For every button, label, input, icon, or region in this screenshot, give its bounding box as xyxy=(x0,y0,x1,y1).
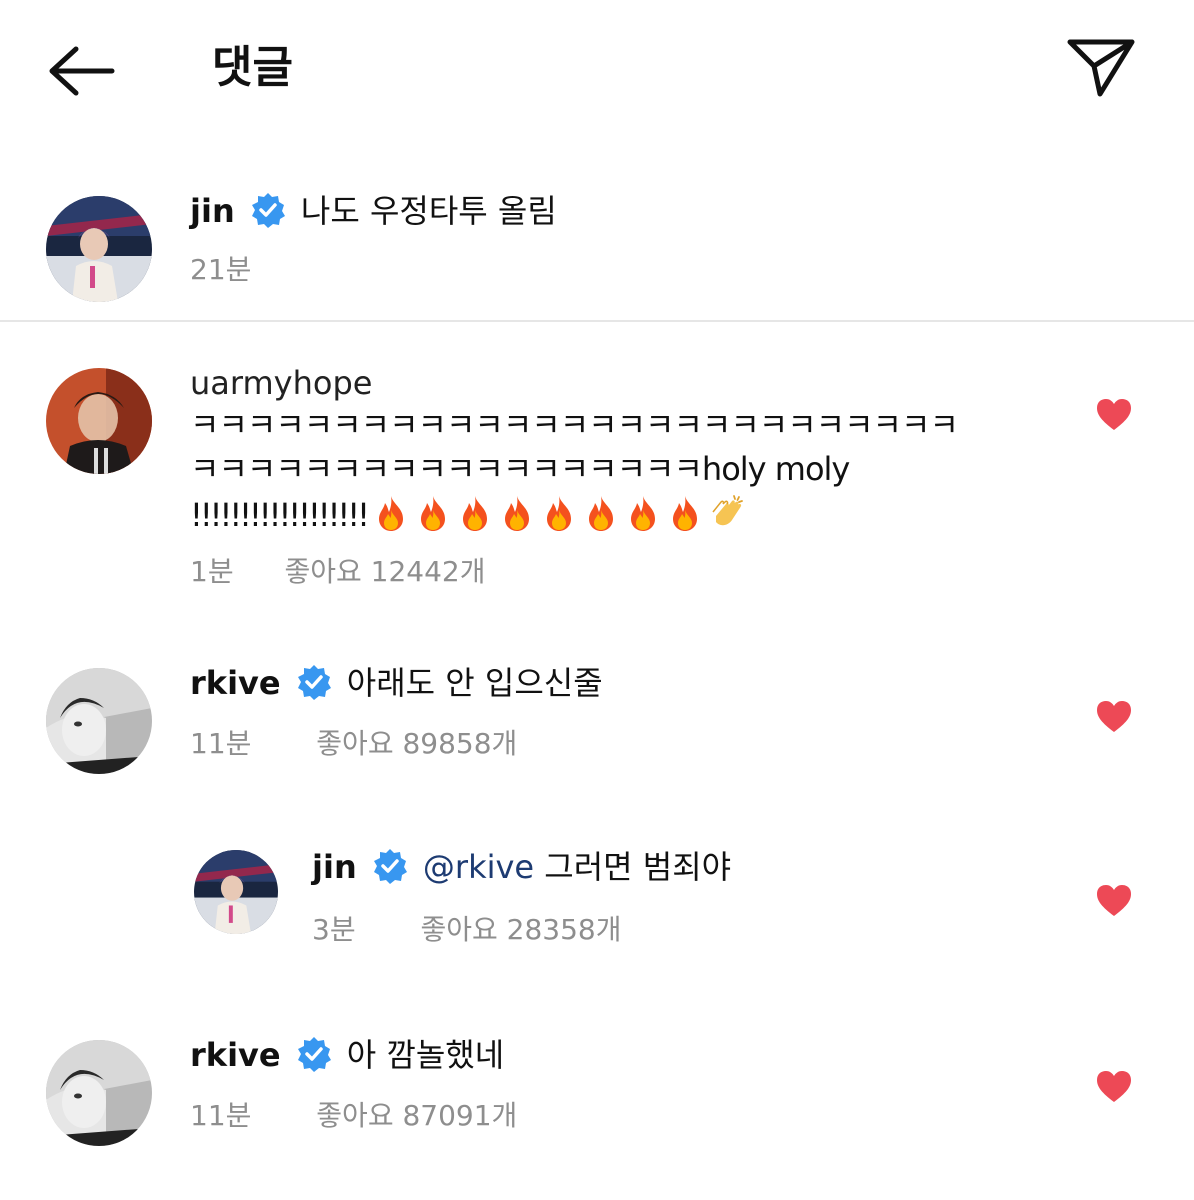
username[interactable]: jin xyxy=(190,192,235,230)
comment-meta: 11분 좋아요 89858개 xyxy=(190,722,517,762)
mention-link[interactable]: @rkive xyxy=(423,848,534,886)
fire-icon xyxy=(631,496,655,531)
post-caption: jin 나도 우정타투 올림 21분 xyxy=(0,180,1194,322)
fire-icon xyxy=(421,496,445,531)
comment-text-row: rkive 아래도 안 입으신줄 xyxy=(190,662,603,710)
top-bar: 댓글 xyxy=(0,0,1194,140)
fire-icon xyxy=(463,496,487,531)
heart-icon[interactable] xyxy=(1096,1070,1132,1104)
verified-badge-icon xyxy=(297,665,331,700)
arrow-left-icon[interactable] xyxy=(46,44,116,98)
caption-text-row: jin 나도 우정타투 올림 xyxy=(190,190,557,238)
fire-icon xyxy=(673,496,697,531)
verified-badge-icon xyxy=(297,1037,331,1072)
heart-icon[interactable] xyxy=(1096,700,1132,734)
fire-icon xyxy=(547,496,571,531)
emoji-row xyxy=(372,495,750,531)
caption-text: 나도 우정타투 올림 xyxy=(300,192,557,230)
exclamations: !!!!!!!!!!!!!!!!!! xyxy=(190,496,370,534)
comment-username-row: uarmyhope xyxy=(190,362,372,410)
username[interactable]: uarmyhope xyxy=(190,364,372,402)
comment-meta: 1분 좋아요 12442개 xyxy=(190,550,486,590)
comment-text: 아래도 안 입으신줄 xyxy=(346,664,603,702)
clapping-hands-icon xyxy=(712,495,743,526)
comment-meta: 11분 좋아요 87091개 xyxy=(190,1094,517,1134)
fire-icon xyxy=(589,496,613,531)
like-count[interactable]: 좋아요 87091개 xyxy=(316,1094,517,1134)
comment-text-line: ㅋㅋㅋㅋㅋㅋㅋㅋㅋㅋㅋㅋㅋㅋㅋㅋㅋㅋholy moly xyxy=(190,450,850,488)
avatar[interactable] xyxy=(46,1040,152,1146)
comment-text-row: jin @rkive 그러면 범죄야 xyxy=(312,846,731,894)
username[interactable]: rkive xyxy=(190,1036,281,1074)
verified-badge-icon xyxy=(251,193,285,228)
timestamp: 11분 xyxy=(190,1099,252,1132)
like-count[interactable]: 좋아요 89858개 xyxy=(316,722,517,762)
username[interactable]: rkive xyxy=(190,664,281,702)
comment-meta: 3분 좋아요 28358개 xyxy=(312,908,622,948)
comment-text: 아 깜놀했네 xyxy=(346,1036,505,1074)
username[interactable]: jin xyxy=(312,848,357,886)
comment-text-line: ㅋㅋㅋㅋㅋㅋㅋㅋㅋㅋㅋㅋㅋㅋㅋㅋㅋㅋㅋㅋㅋㅋㅋㅋㅋㅋㅋ xyxy=(190,406,959,444)
timestamp: 1분 xyxy=(190,555,234,588)
avatar[interactable] xyxy=(46,668,152,774)
page-title: 댓글 xyxy=(212,42,293,93)
avatar[interactable] xyxy=(194,850,278,934)
like-count[interactable]: 좋아요 28358개 xyxy=(420,908,621,948)
fire-icon xyxy=(505,496,529,531)
timestamp: 21분 xyxy=(190,253,252,286)
avatar[interactable] xyxy=(46,196,152,302)
timestamp: 11분 xyxy=(190,727,252,760)
like-count[interactable]: 좋아요 12442개 xyxy=(284,550,485,590)
fire-icon xyxy=(379,496,403,531)
heart-icon[interactable] xyxy=(1096,884,1132,918)
avatar[interactable] xyxy=(46,368,152,474)
paper-plane-icon[interactable] xyxy=(1066,36,1136,98)
verified-badge-icon xyxy=(373,849,407,884)
timestamp: 3분 xyxy=(312,913,356,946)
comment-text-row: rkive 아 깜놀했네 xyxy=(190,1034,504,1082)
caption-time: 21분 xyxy=(190,248,251,288)
comment-text-line: !!!!!!!!!!!!!!!!!! xyxy=(190,494,750,542)
comment-text: 그러면 범죄야 xyxy=(534,848,732,886)
heart-icon[interactable] xyxy=(1096,398,1132,432)
